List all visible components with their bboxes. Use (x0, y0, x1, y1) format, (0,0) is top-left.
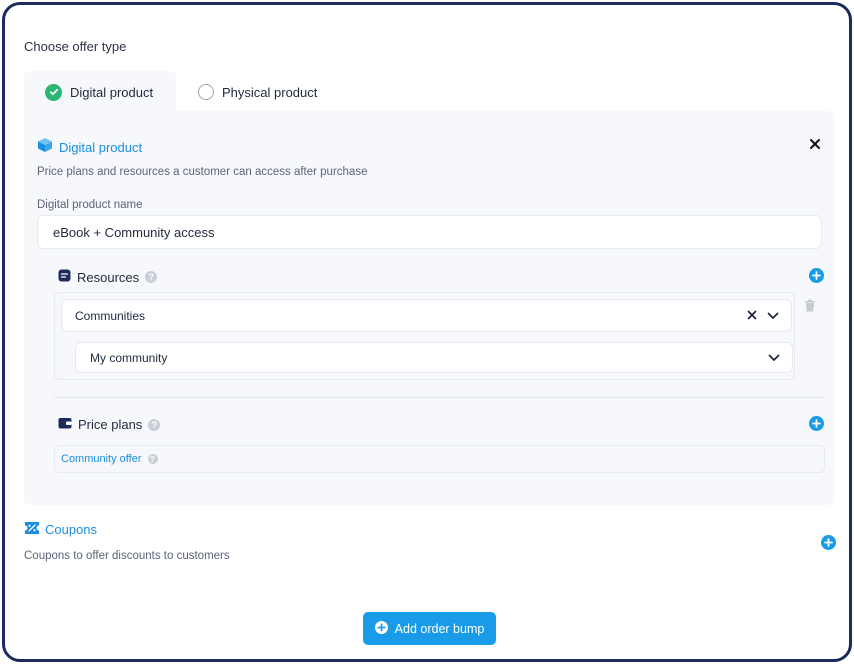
coupons-title: Coupons (45, 522, 98, 537)
choose-offer-type-heading: Choose offer type (24, 39, 127, 54)
add-price-plan-button[interactable] (809, 416, 824, 431)
close-icon[interactable] (808, 137, 822, 151)
chevron-down-icon[interactable] (768, 351, 780, 365)
tab-digital-product-label: Digital product (70, 84, 154, 100)
offer-editor-window: Choose offer type Digital product Physic… (2, 2, 852, 662)
digital-product-title: Digital product (59, 140, 143, 155)
price-plans-header: Price plans ? (58, 417, 161, 432)
coupons-header: Coupons (24, 521, 97, 538)
resources-header: Resources ? (58, 269, 158, 285)
clear-icon[interactable] (747, 309, 757, 323)
digital-product-panel: Digital product Price plans and resource… (24, 111, 834, 505)
chevron-down-icon[interactable] (767, 309, 779, 323)
community-offer-label: Community offer (61, 453, 142, 465)
resource-type-value: Communities (75, 308, 146, 323)
add-order-bump-button[interactable]: Add order bump (363, 612, 496, 645)
help-icon[interactable]: ? (147, 454, 158, 464)
digital-product-description: Price plans and resources a customer can… (37, 166, 368, 178)
tab-physical-product[interactable]: Physical product (176, 71, 337, 113)
box-icon (37, 137, 53, 158)
add-resource-button[interactable] (809, 268, 824, 283)
wallet-icon (58, 417, 72, 432)
help-icon[interactable]: ? (145, 271, 158, 283)
community-select[interactable]: My community (75, 342, 793, 373)
add-order-bump-label: Add order bump (394, 621, 485, 636)
section-divider (54, 397, 824, 398)
help-icon[interactable]: ? (148, 418, 161, 431)
add-coupon-button[interactable] (821, 535, 836, 550)
trash-icon[interactable] (804, 299, 816, 317)
plus-icon (812, 419, 821, 428)
radio-unselected-icon (198, 84, 214, 100)
offer-type-tabs: Digital product Physical product (24, 71, 337, 113)
plus-icon (812, 271, 821, 280)
plus-icon (824, 538, 833, 547)
tab-physical-product-label: Physical product (222, 84, 318, 100)
coupon-percent-icon (24, 521, 40, 538)
resource-type-select[interactable]: Communities (61, 299, 792, 332)
community-value: My community (90, 350, 168, 365)
resources-icon (58, 269, 71, 285)
digital-product-name-input[interactable] (37, 215, 822, 249)
community-offer-item[interactable]: Community offer ? (54, 445, 825, 473)
plus-circle-icon (374, 620, 388, 637)
digital-product-header: Digital product (37, 137, 142, 158)
resources-label: Resources (77, 269, 140, 285)
check-circle-icon (45, 83, 62, 101)
digital-product-name-label: Digital product name (37, 199, 143, 211)
coupons-description: Coupons to offer discounts to customers (24, 550, 230, 562)
resource-entry: Communities My community (54, 292, 795, 380)
tab-digital-product[interactable]: Digital product (24, 71, 176, 113)
price-plans-label: Price plans (78, 417, 143, 432)
